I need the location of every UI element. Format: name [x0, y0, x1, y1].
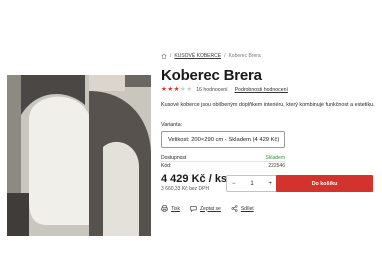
product-image[interactable]: [7, 75, 151, 236]
star-empty-icon: ★: [179, 86, 186, 93]
code-label: Kód:: [161, 162, 172, 169]
rating-count: 16 hodnocení: [196, 87, 228, 93]
rug-illustration: [7, 75, 151, 236]
share-icon: [231, 205, 238, 212]
ask-question-label: Zeptat se: [199, 205, 221, 212]
breadcrumb-current: Koberec Brera: [228, 53, 261, 59]
print-label: Tisk: [171, 205, 180, 212]
price-without-vat: 3 660,33 Kč bez DPH: [161, 186, 210, 192]
add-to-cart-button[interactable]: Do košíku: [276, 175, 373, 192]
rating-detail-link[interactable]: Podrobnosti hodnocení: [235, 87, 288, 93]
breadcrumb-separator: /: [224, 53, 226, 59]
rating-row: ★ ★ ★ ★ ★ 16 hodnocení Podrobnosti hodnocení: [161, 86, 377, 93]
chat-icon: [190, 206, 197, 212]
product-info: / KUSOVÉ KOBERCE / Koberec Brera Koberec…: [161, 52, 377, 212]
star-full-icon: ★: [173, 86, 180, 93]
stock-table: Dostupnost Skladem Kód: 222546: [161, 155, 285, 169]
ask-question-button[interactable]: Zeptat se: [190, 205, 221, 212]
page-title: Koberec Brera: [161, 67, 262, 84]
star-full-icon: ★: [167, 86, 174, 93]
price: 4 429 Kč / ks: [161, 173, 228, 185]
quantity-value[interactable]: 1: [250, 181, 253, 187]
variant-select[interactable]: Velikost: 200×290 cm - Skladem (4 429 Kč…: [161, 131, 285, 149]
availability-status: Skladem: [265, 155, 285, 162]
share-label: Sdílet: [240, 205, 254, 212]
quantity-increase-button[interactable]: +: [268, 181, 272, 187]
variant-select-value: Velikost: 200×290 cm - Skladem (4 429 Kč…: [168, 136, 280, 143]
star-full-icon: ★: [161, 86, 167, 93]
product-actions: Tisk Zeptat se Sdílet: [161, 205, 254, 212]
quantity-stepper: − 1 +: [226, 175, 278, 192]
product-description: Kusové koberce jsou oblíbeným doplňkem i…: [161, 102, 375, 108]
share-button[interactable]: Sdílet: [231, 205, 254, 212]
code-row: Kód: 222546: [161, 162, 285, 169]
product-code: 222546: [268, 162, 285, 169]
variant-label: Varianta:: [161, 122, 183, 129]
print-button[interactable]: Tisk: [161, 205, 180, 212]
price-block: 4 429 Kč / ks 3 660,33 Kč bez DPH: [161, 173, 227, 192]
availability-label: Dostupnost: [161, 155, 187, 162]
breadcrumb-separator: /: [170, 53, 172, 59]
add-to-cart-label: Do košíku: [311, 180, 338, 187]
star-empty-icon: ★: [186, 86, 193, 93]
availability-row: Dostupnost Skladem: [161, 155, 285, 163]
breadcrumb: / KUSOVÉ KOBERCE / Koberec Brera: [161, 52, 377, 60]
rating-stars[interactable]: ★ ★ ★ ★ ★: [161, 86, 193, 93]
printer-icon: [161, 205, 168, 212]
home-icon[interactable]: [161, 53, 167, 59]
quantity-decrease-button[interactable]: −: [232, 181, 236, 187]
breadcrumb-category-link[interactable]: KUSOVÉ KOBERCE: [174, 53, 221, 59]
